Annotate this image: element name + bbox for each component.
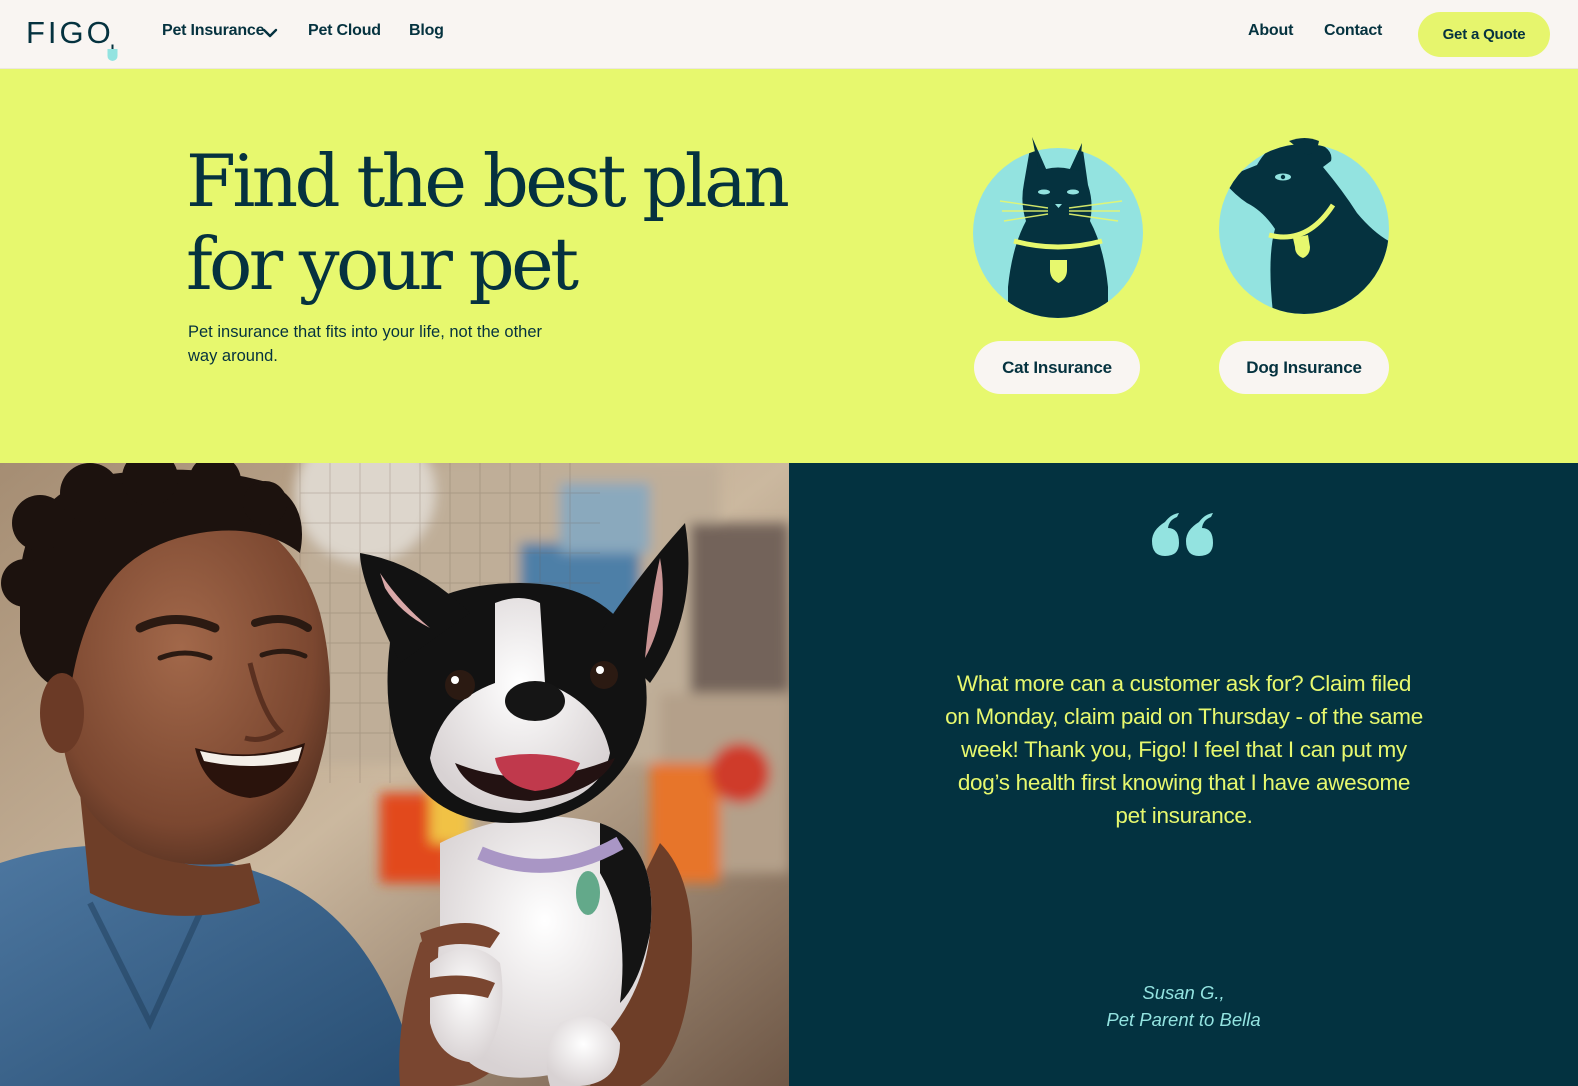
chevron-down-icon[interactable] (262, 27, 278, 39)
figo-logo[interactable]: FIGO (26, 18, 130, 62)
hero-section: Find the best plan for your pet Pet insu… (0, 69, 1578, 463)
testimonial-quote: What more can a customer ask for? Claim … (945, 671, 1423, 828)
testimonial-author-role: Pet Parent to Bella (1106, 1009, 1261, 1030)
nav-contact[interactable]: Contact (1324, 22, 1382, 40)
hero-title: Find the best plan for your pet (186, 139, 790, 306)
testimonial-author: Susan G., (1142, 982, 1225, 1003)
hero-subtitle: Pet insurance that fits into your life, … (188, 323, 543, 365)
logo-text: FIGO (26, 18, 114, 50)
cat-illustration-icon[interactable] (972, 137, 1144, 323)
nav-about[interactable]: About (1248, 22, 1293, 40)
hero-photo-man-with-dog (0, 463, 789, 1086)
get-a-quote-button[interactable]: Get a Quote (1418, 12, 1550, 57)
nav-pet-cloud[interactable]: Pet Cloud (308, 22, 381, 40)
cat-insurance-button[interactable]: Cat Insurance (974, 341, 1140, 394)
nav-pet-insurance[interactable]: Pet Insurance (162, 22, 265, 40)
quote-mark-icon (1152, 513, 1213, 556)
dog-illustration-icon[interactable] (1217, 137, 1391, 317)
dog-insurance-button[interactable]: Dog Insurance (1219, 341, 1389, 394)
testimonial-section: What more can a customer ask for? Claim … (789, 463, 1578, 1086)
testimonial-attribution: Susan G., Pet Parent to Bella (789, 979, 1578, 1033)
top-navigation: FIGO Pet Insurance Pet Cloud Blog About … (0, 0, 1578, 69)
nav-blog[interactable]: Blog (409, 22, 444, 40)
